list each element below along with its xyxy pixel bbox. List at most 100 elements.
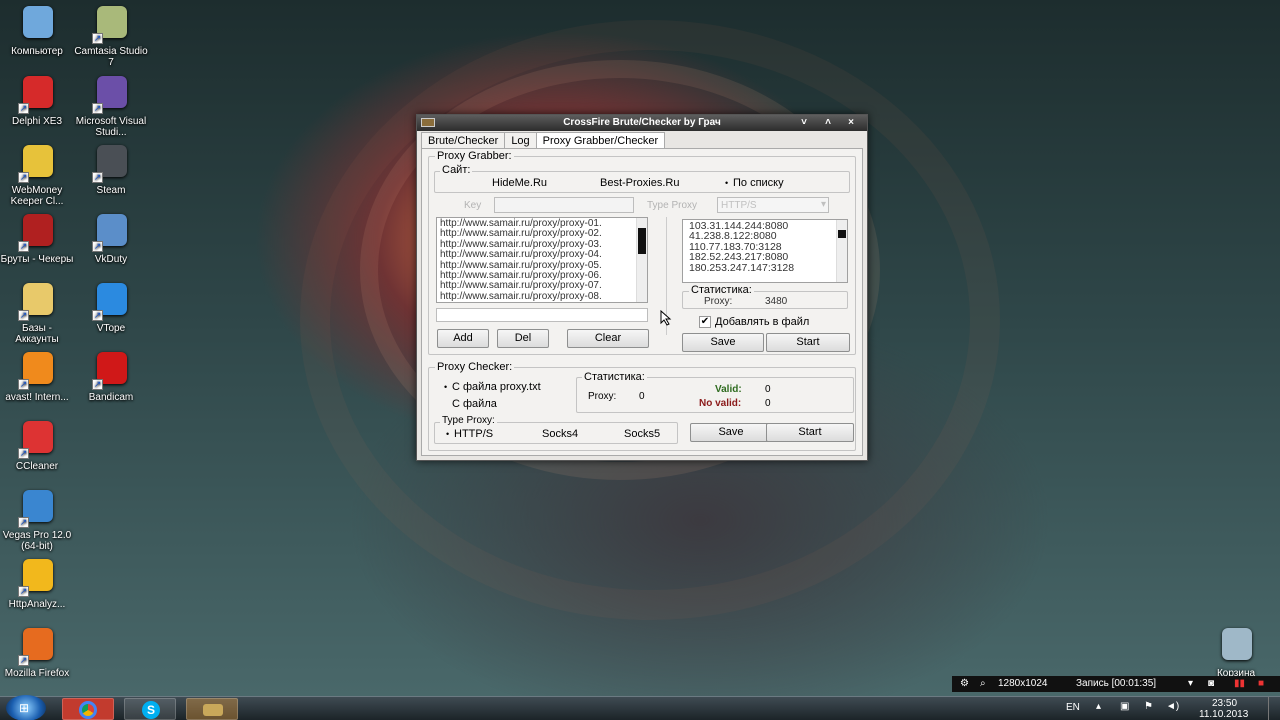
checkbox-checked-icon[interactable]: ✔ (699, 316, 711, 328)
del-button[interactable]: Del (497, 329, 549, 348)
desktop-icon[interactable]: ↗ Microsoft Visual Studi... (74, 74, 148, 138)
visual-studio-icon: ↗ (88, 74, 134, 114)
desktop-icon[interactable]: Корзина (1199, 626, 1273, 679)
url-input[interactable] (436, 308, 648, 322)
radio-https[interactable]: • HTTP/S (446, 428, 493, 440)
desktop-icon-label: Delphi XE3 (11, 116, 63, 127)
desktop-icon-label: CCleaner (15, 461, 59, 472)
camera-icon[interactable]: ◙ (1208, 676, 1214, 692)
clock-time[interactable]: 23:50 (1212, 698, 1237, 709)
radio-best-proxies[interactable]: Best-Proxies.Ru (592, 177, 679, 189)
proxy-scrollbar[interactable] (836, 220, 847, 282)
desktop-icon[interactable]: ↗ Базы - Аккаунты (0, 281, 74, 345)
url-list: http://www.samair.ru/proxy/proxy-01. http… (437, 218, 647, 302)
checker-start-button[interactable]: Start (766, 423, 854, 442)
desktop-icon[interactable]: ↗ Vegas Pro 12.0 (64-bit) (0, 488, 74, 552)
shortcut-arrow-icon: ↗ (92, 103, 103, 114)
minimize-button[interactable]: ˅ (795, 116, 813, 129)
webmoney-icon: ↗ (14, 143, 60, 183)
windows-logo-icon: ⊞ (19, 701, 30, 715)
stop-icon[interactable]: ■ (1258, 676, 1264, 692)
url-listbox[interactable]: http://www.samair.ru/proxy/proxy-01. http… (436, 217, 648, 303)
desktop-icon[interactable]: ↗ Mozilla Firefox (0, 626, 74, 679)
grabber-save-button[interactable]: Save (682, 333, 764, 352)
desktop-icon[interactable]: ↗ Camtasia Studio 7 (74, 4, 148, 68)
radio-by-list[interactable]: • По списку (725, 177, 784, 189)
desktop-icon[interactable]: ↗ HttpAnalyz... (0, 557, 74, 610)
clock-date[interactable]: 11.10.2013 (1199, 709, 1248, 720)
desktop-icon[interactable]: ↗ Bandicam (74, 350, 148, 403)
radio-socks4[interactable]: Socks4 (534, 428, 578, 440)
vtope-icon: ↗ (88, 281, 134, 321)
settings-icon[interactable]: ⚙ (960, 676, 969, 692)
taskbar-skype[interactable]: S (124, 698, 176, 720)
shortcut-arrow-icon: ↗ (18, 517, 29, 528)
shortcut-arrow-icon: ↗ (92, 172, 103, 183)
chevron-down-icon[interactable]: ▾ (1188, 676, 1193, 692)
flag-icon[interactable]: ⚑ (1144, 701, 1153, 712)
radio-socks5[interactable]: Socks5 (616, 428, 660, 440)
scroll-thumb[interactable] (638, 228, 646, 254)
proxy-checker-legend: Proxy Checker: (435, 361, 515, 373)
desktop-icon-label: Бруты - Чекеры (0, 254, 74, 265)
title-bar[interactable]: CrossFire Brute/Checker by Грач ˅ ˄ × (417, 115, 867, 131)
shortcut-arrow-icon: ↗ (92, 241, 103, 252)
shortcut-arrow-icon: ↗ (18, 172, 29, 183)
volume-icon[interactable]: ◄) (1166, 701, 1179, 712)
tab-brute-checker[interactable]: Brute/Checker (421, 132, 506, 149)
desktop-icon-label: VkDuty (94, 254, 128, 265)
desktop-icon[interactable]: ↗ Delphi XE3 (0, 74, 74, 127)
scroll-thumb[interactable] (838, 230, 846, 238)
proxy-listbox[interactable]: 103.31.144.244:8080 41.238.8.122:8080 110.… (682, 219, 848, 283)
desktop-icon[interactable]: Компьютер (0, 4, 74, 57)
close-button[interactable]: × (842, 116, 860, 129)
shortcut-arrow-icon: ↗ (18, 103, 29, 114)
radio-hideme[interactable]: HideMe.Ru (484, 177, 547, 189)
proxy-list-item[interactable]: 180.253.247.147:3128 (689, 262, 844, 273)
grabber-start-button[interactable]: Start (766, 333, 850, 352)
url-scrollbar[interactable] (636, 218, 647, 302)
radio-selected-icon: • (446, 429, 450, 439)
radio-from-proxy-txt[interactable]: • С файла proxy.txt (444, 381, 541, 393)
taskbar-crossfire[interactable] (186, 698, 238, 720)
proxy-grabber-checker-panel: Proxy Grabber: Сайт: HideMe.Ru Best-Prox… (421, 148, 863, 456)
url-list-item[interactable]: http://www.samair.ru/proxy/proxy-08. (440, 291, 644, 302)
desktop-icon[interactable]: ↗ WebMoney Keeper Cl... (0, 143, 74, 207)
key-input[interactable] (494, 197, 634, 213)
desktop-icon[interactable]: ↗ Steam (74, 143, 148, 196)
radio-from-file[interactable]: С файла (444, 398, 497, 410)
desktop-icon-label: HttpAnalyz... (8, 599, 66, 610)
network-icon[interactable]: ▣ (1120, 701, 1129, 712)
tab-proxy-grabber-checker[interactable]: Proxy Grabber/Checker (535, 132, 666, 149)
maximize-button[interactable]: ˄ (819, 116, 837, 129)
language-indicator[interactable]: EN (1066, 702, 1080, 713)
type-proxy-legend: Type Proxy: (440, 415, 497, 426)
desktop-icon[interactable]: ↗ avast! Intern... (0, 350, 74, 403)
valid-label: Valid: (715, 384, 742, 395)
start-button[interactable]: ⊞ (6, 695, 46, 720)
desktop-icon[interactable]: ↗ VkDuty (74, 212, 148, 265)
checker-save-button[interactable]: Save (690, 423, 772, 442)
desktop-icon[interactable]: ↗ VTope (74, 281, 148, 334)
taskbar-chrome[interactable] (62, 698, 114, 720)
tray-chevron-icon[interactable]: ▴ (1096, 701, 1101, 712)
search-icon[interactable]: ⌕ (980, 676, 986, 692)
type-proxy-select[interactable]: HTTP/S ▾ (717, 197, 829, 213)
clear-button[interactable]: Clear (567, 329, 649, 348)
shortcut-arrow-icon: ↗ (18, 655, 29, 666)
desktop-icon-label: Mozilla Firefox (4, 668, 70, 679)
desktop-icon[interactable]: ↗ CCleaner (0, 419, 74, 472)
recorder-resolution: 1280x1024 (998, 678, 1048, 689)
desktop-icon[interactable]: ↗ Бруты - Чекеры (0, 212, 74, 265)
icon-shape (1222, 628, 1252, 660)
desktop-icon-label: Steam (96, 185, 126, 196)
tab-log[interactable]: Log (504, 132, 537, 149)
steam-icon: ↗ (88, 143, 134, 183)
add-button[interactable]: Add (437, 329, 489, 348)
add-to-file-label: Добавлять в файл (715, 316, 810, 328)
pause-icon[interactable]: ▮▮ (1234, 676, 1245, 692)
proxy-grabber-legend: Proxy Grabber: (435, 150, 514, 162)
show-desktop-button[interactable] (1268, 697, 1280, 720)
recorder-bar: ⚙ ⌕ 1280x1024 Запись [00:01:35] ▾ ◙ ▮▮ ■ (952, 676, 1280, 692)
firefox-icon: ↗ (14, 626, 60, 666)
